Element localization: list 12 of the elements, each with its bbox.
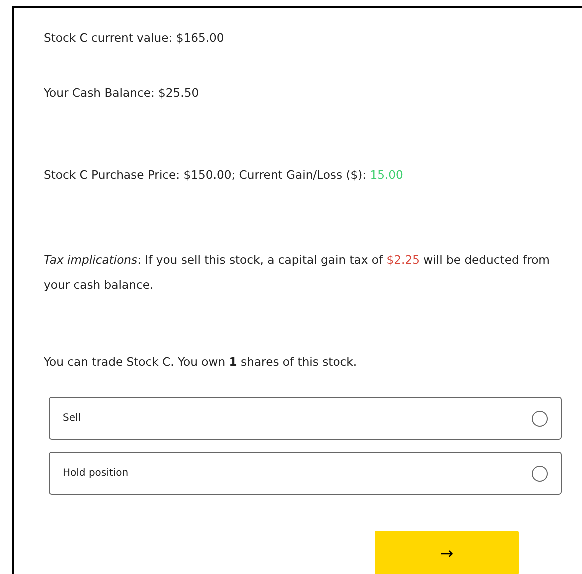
info-text: Tax implications: If you sell this stock, a capital gain tax of $2.25 will be deducted from your cash balance. — [44, 252, 551, 294]
option-row[interactable]: Hold position — [49, 452, 562, 496]
radio-button[interactable] — [532, 410, 548, 427]
option-label: Hold position — [63, 467, 129, 482]
info-text: Stock C current value: $165.00 — [44, 30, 226, 47]
next-button[interactable]: → — [375, 531, 519, 574]
question-text: You can trade Stock C. You own 1 shares of this stock. — [44, 354, 358, 371]
radio-button[interactable] — [532, 466, 548, 482]
option-label: Sell — [63, 412, 82, 426]
info-text: Your Cash Balance: $25.50 — [44, 85, 200, 102]
info-text: Stock C Purchase Price: $150.00; Current Gain/Loss ($): 15.00 — [44, 167, 404, 184]
option-row[interactable]: Sell — [49, 397, 562, 440]
